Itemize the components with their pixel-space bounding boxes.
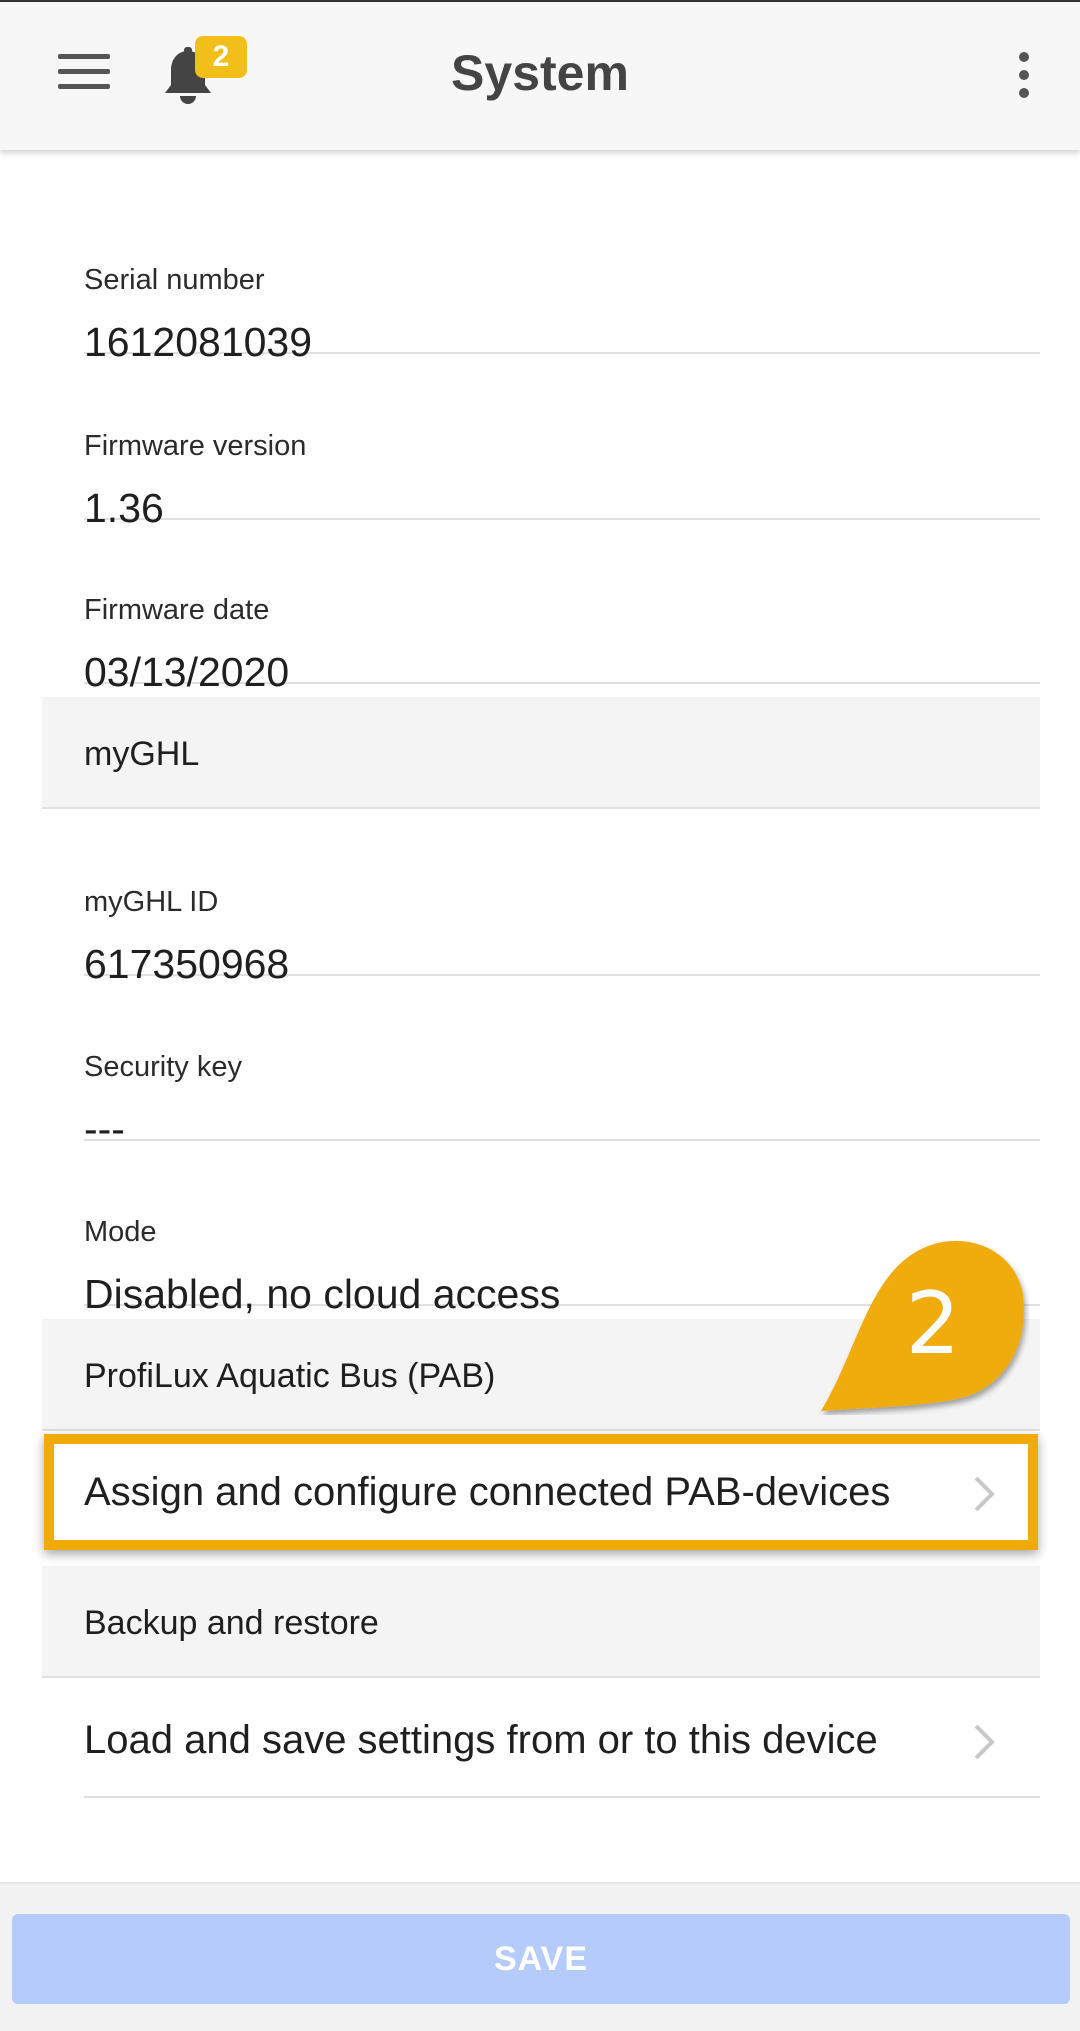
- security-key-field[interactable]: Security key ---: [84, 975, 1040, 1152]
- load-save-settings-label: Load and save settings from or to this d…: [84, 1718, 878, 1762]
- load-save-settings-row[interactable]: Load and save settings from or to this d…: [84, 1680, 1040, 1798]
- firmware-date-label: Firmware date: [84, 594, 270, 626]
- bottom-bar: SAVE: [0, 1882, 1080, 2031]
- page-title: System: [451, 45, 629, 101]
- mode-label: Mode: [84, 1216, 157, 1248]
- firmware-version-field: Firmware version 1.36: [84, 354, 1040, 531]
- security-key-label: Security key: [84, 1051, 242, 1083]
- myghl-id-field: myGHL ID 617350968: [84, 810, 1040, 987]
- section-title-myghl: myGHL: [84, 735, 200, 773]
- section-header-myghl: myGHL: [42, 697, 1040, 809]
- chevron-right-icon: [974, 1476, 995, 1512]
- section-title-backup: Backup and restore: [84, 1604, 379, 1642]
- app-bar: 2 System: [0, 0, 1080, 150]
- firmware-date-field: Firmware date 03/13/2020: [84, 518, 1040, 695]
- myghl-id-label: myGHL ID: [84, 886, 219, 918]
- serial-number-label: Serial number: [84, 264, 265, 296]
- chevron-right-icon: [974, 1724, 995, 1760]
- mode-value[interactable]: Disabled, no cloud access: [84, 1271, 560, 1318]
- firmware-date-value: 03/13/2020: [84, 649, 290, 695]
- section-title-pab: ProfiLux Aquatic Bus (PAB): [84, 1357, 496, 1395]
- step-callout-number: 2: [906, 1274, 961, 1374]
- pab-devices-label: Assign and configure connected PAB-devic…: [84, 1470, 891, 1514]
- more-vert-icon[interactable]: [1016, 52, 1032, 98]
- save-button[interactable]: SAVE: [12, 1914, 1070, 2004]
- serial-number-field: Serial number 1612081039: [84, 188, 1040, 365]
- pab-devices-row[interactable]: Assign and configure connected PAB-devic…: [84, 1432, 1040, 1550]
- firmware-version-label: Firmware version: [84, 430, 307, 462]
- step-callout-marker: 2: [821, 1240, 1024, 1411]
- section-header-backup: Backup and restore: [42, 1566, 1040, 1678]
